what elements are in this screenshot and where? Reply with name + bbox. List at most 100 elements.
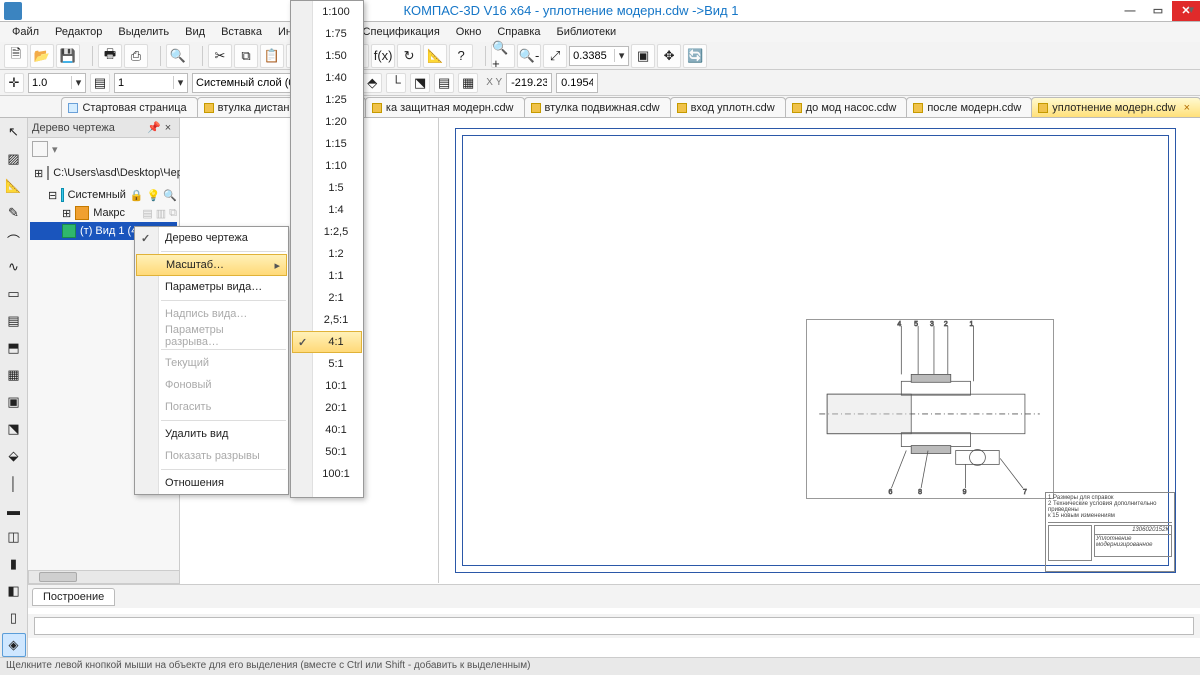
- menu-Справка[interactable]: Справка: [489, 24, 548, 40]
- rail-tool-17[interactable]: ◧: [2, 579, 26, 603]
- tree-item[interactable]: ⊟ Системный 🔒 💡 🔍: [30, 186, 177, 204]
- paste-icon[interactable]: 📋: [260, 44, 284, 68]
- measure-icon[interactable]: 📐: [423, 44, 447, 68]
- scale-option[interactable]: 1:75: [291, 23, 363, 45]
- ortho-icon[interactable]: └: [386, 73, 406, 93]
- scale-option[interactable]: 1:4: [291, 199, 363, 221]
- save-icon[interactable]: 💾: [56, 44, 80, 68]
- rail-tool-16[interactable]: ▮: [2, 552, 26, 576]
- print-icon[interactable]: 🖶: [98, 44, 122, 68]
- rail-tool-7[interactable]: ▤: [2, 309, 26, 333]
- pin-icon[interactable]: 📌: [147, 121, 161, 134]
- scale-option[interactable]: 1:5: [291, 177, 363, 199]
- command-input[interactable]: [34, 617, 1194, 635]
- rail-tool-19[interactable]: ◈: [2, 633, 26, 657]
- rail-tool-11[interactable]: ⬔: [2, 417, 26, 441]
- view-tab[interactable]: Построение: [32, 588, 115, 606]
- reload-icon[interactable]: ↻: [397, 44, 421, 68]
- scale-option[interactable]: 4:1: [292, 331, 362, 353]
- doc2-icon[interactable]: ▥: [156, 207, 166, 220]
- cut-icon[interactable]: ✂: [208, 44, 232, 68]
- rail-tool-18[interactable]: ▯: [2, 606, 26, 630]
- repaint-icon[interactable]: 🔄: [683, 44, 707, 68]
- chevron-down-icon[interactable]: ▾: [173, 76, 187, 89]
- rail-tool-9[interactable]: ▦: [2, 363, 26, 387]
- tabs-menu-icon[interactable]: ▾: [1188, 3, 1194, 16]
- pan-icon[interactable]: ✥: [657, 44, 681, 68]
- scale-option[interactable]: 1:40: [291, 67, 363, 89]
- rail-tool-14[interactable]: ▬: [2, 498, 26, 522]
- scale-option[interactable]: 100:1: [291, 463, 363, 485]
- stack-icon[interactable]: ⧉: [169, 207, 177, 220]
- scale-option[interactable]: 40:1: [291, 419, 363, 441]
- zoom-window-icon[interactable]: ▣: [631, 44, 655, 68]
- zoom-area-icon[interactable]: 🔍: [166, 44, 190, 68]
- rail-tool-8[interactable]: ⬒: [2, 336, 26, 360]
- tree-hscroll[interactable]: [28, 570, 180, 584]
- doc-tab[interactable]: ка защитная модерн.cdw: [365, 97, 525, 117]
- tree-path[interactable]: ⊞ C:\Users\asd\Desktop\Черте: [30, 164, 177, 182]
- rail-tool-10[interactable]: ▣: [2, 390, 26, 414]
- fx-icon[interactable]: f(x): [371, 44, 395, 68]
- scale-option[interactable]: 20:1: [291, 397, 363, 419]
- cursor-plus-icon[interactable]: ▤: [434, 73, 454, 93]
- zoom-out-icon[interactable]: 🔍-: [517, 44, 541, 68]
- round-icon[interactable]: ⬔: [410, 73, 430, 93]
- doc-tab[interactable]: Стартовая страница: [61, 97, 197, 117]
- scale-option[interactable]: 1:25: [291, 89, 363, 111]
- doc-tab[interactable]: до мод насос.cdw: [785, 97, 908, 117]
- scale-option[interactable]: 1:20: [291, 111, 363, 133]
- copy-icon[interactable]: ⧉: [234, 44, 258, 68]
- scale-option[interactable]: 2,5:1: [291, 309, 363, 331]
- close-panel-icon[interactable]: ×: [161, 122, 175, 134]
- tab-close-icon[interactable]: ×: [1184, 102, 1190, 114]
- menu-Вставка[interactable]: Вставка: [213, 24, 270, 40]
- minimize-button[interactable]: —: [1116, 1, 1144, 21]
- count-input[interactable]: [115, 74, 173, 92]
- menu-Спецификация[interactable]: Спецификация: [355, 24, 448, 40]
- chevron-down-icon[interactable]: ▾: [614, 49, 628, 62]
- close-button[interactable]: ✕: [1172, 1, 1200, 21]
- scale-combo[interactable]: ▾: [28, 73, 86, 93]
- doc-icon[interactable]: ▤: [142, 207, 152, 220]
- scale-option[interactable]: 1:2: [291, 243, 363, 265]
- menu-Выделить[interactable]: Выделить: [110, 24, 177, 40]
- rail-tool-1[interactable]: ▨: [2, 147, 26, 171]
- help-icon[interactable]: ?: [449, 44, 473, 68]
- menu-item[interactable]: Параметры вида…: [135, 276, 288, 298]
- origin-icon[interactable]: ✛: [4, 73, 24, 93]
- print-preview-icon[interactable]: ⎙: [124, 44, 148, 68]
- rail-tool-15[interactable]: ◫: [2, 525, 26, 549]
- rail-tool-12[interactable]: ⬙: [2, 444, 26, 468]
- menu-item[interactable]: Удалить вид: [135, 423, 288, 445]
- coord-y-input[interactable]: [556, 73, 598, 93]
- layer-icon[interactable]: ▤: [90, 73, 110, 93]
- zoom-combo[interactable]: ▾: [569, 46, 629, 66]
- menu-Окно[interactable]: Окно: [448, 24, 490, 40]
- tree-mode-icon[interactable]: [32, 141, 48, 157]
- menu-Файл[interactable]: Файл: [4, 24, 47, 40]
- rail-tool-3[interactable]: ✎: [2, 201, 26, 225]
- coord-icon[interactable]: ▦: [458, 73, 478, 93]
- layer-input[interactable]: [193, 74, 303, 92]
- scale-option[interactable]: 1:50: [291, 45, 363, 67]
- rail-tool-6[interactable]: ▭: [2, 282, 26, 306]
- rail-tool-13[interactable]: │: [2, 471, 26, 495]
- new-doc-icon[interactable]: 🗎: [4, 44, 28, 68]
- zoom-input[interactable]: [570, 47, 614, 65]
- scale-option[interactable]: 1:10: [291, 155, 363, 177]
- menu-item[interactable]: Отношения: [135, 472, 288, 494]
- scale-option[interactable]: 1:1: [291, 265, 363, 287]
- drawing-view[interactable]: 4 5 3 2 1 6 8 9 7: [806, 319, 1054, 499]
- lens-icon[interactable]: 🔍: [163, 189, 177, 202]
- chevron-down-icon[interactable]: ▾: [71, 76, 85, 89]
- coord-x-input[interactable]: [506, 73, 552, 93]
- chevron-down-icon[interactable]: ▾: [52, 143, 58, 156]
- zoom-in-icon[interactable]: 🔍+: [491, 44, 515, 68]
- menu-Редактор[interactable]: Редактор: [47, 24, 110, 40]
- scale-option[interactable]: 50:1: [291, 441, 363, 463]
- rail-tool-0[interactable]: ↖: [2, 120, 26, 144]
- scale-option[interactable]: 1:100: [291, 1, 363, 23]
- bulb-icon[interactable]: 💡: [147, 189, 161, 202]
- zoom-fit-icon[interactable]: ⤢: [543, 44, 567, 68]
